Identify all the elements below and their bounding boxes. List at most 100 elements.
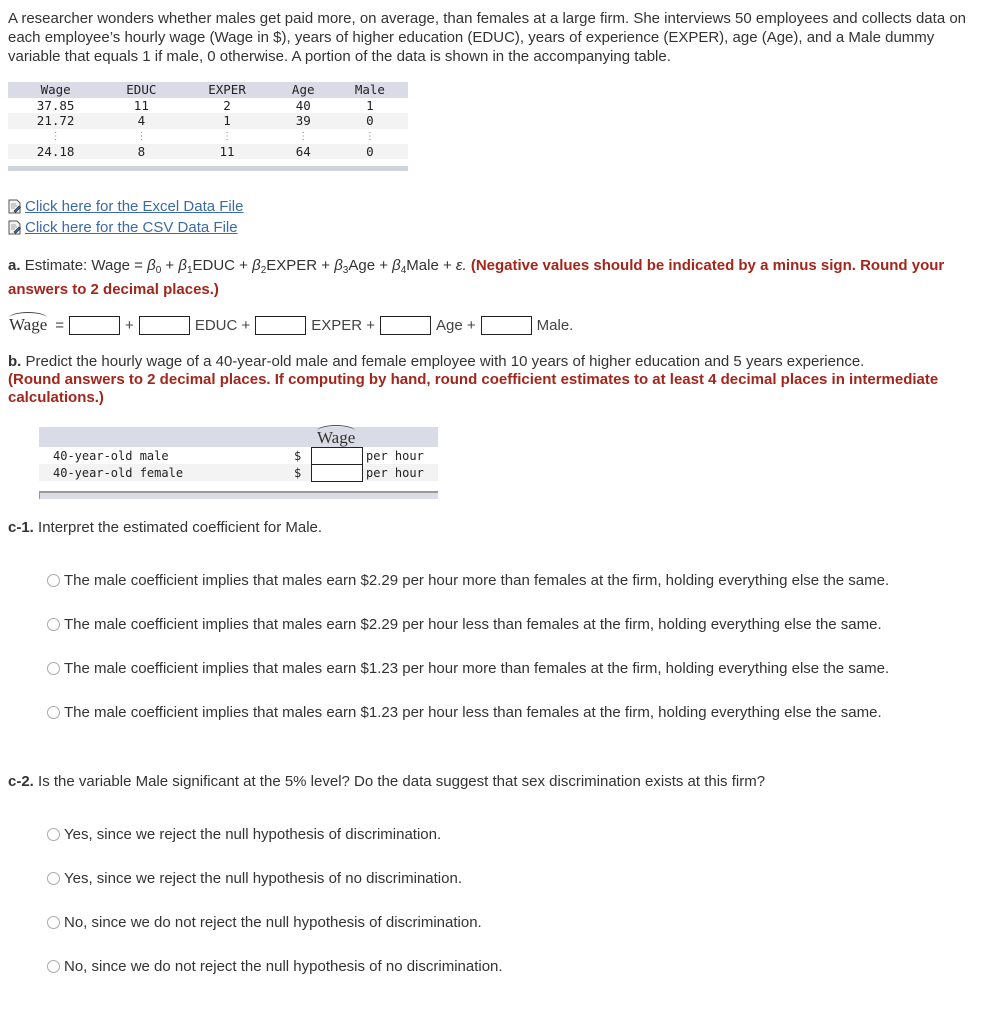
part-c2-label: c-2. [8,773,34,790]
problem-intro: A researcher wonders whether males get p… [8,10,967,65]
part-a-question: a. Estimate: Wage = β0 + β1EDUC + β2EXPE… [8,256,978,299]
data-table: Wage EDUC EXPER Age Male 37.85 11 2 40 1… [8,82,408,159]
term-label: EDUC + [194,316,251,334]
c2-option[interactable]: Yes, since we reject the null hypothesis… [47,824,441,844]
col-header-age: Age [291,82,315,98]
term: Age + [348,257,393,274]
term: EDUC + [192,257,253,274]
option-text: No, since we do not reject the null hypo… [64,913,482,931]
table-row: 37.85 11 2 40 1 [8,98,408,114]
data-table-header-row: Wage EDUC EXPER Age Male [8,82,408,98]
prediction-table-footer [39,491,438,499]
part-c2-text: Is the variable Male significant at the … [38,773,766,790]
beta-symbol: β [392,257,401,274]
wage-hat-header: Wage [317,425,356,447]
prediction-table-header: Wage [39,425,438,447]
beta-symbol: β [178,257,187,274]
option-text: The male coefficient implies that males … [64,659,890,677]
file-download-icon [8,199,22,214]
option-text: The male coefficient implies that males … [64,571,890,589]
table-row: 21.72 4 1 39 0 [8,113,408,129]
cell: 2 [223,97,231,113]
radio-button-icon[interactable] [47,871,60,885]
col-header-educ: EDUC [126,82,157,98]
cell: 64 [295,143,311,159]
excel-link-row: Click here for the Excel Data File [8,196,243,217]
term-label: Male. [536,316,574,334]
option-text: No, since we do not reject the null hypo… [64,957,503,975]
table-row-ellipsis: ⋮ ⋮ ⋮ ⋮ ⋮ [8,129,408,144]
vertical-ellipsis: ⋮ [364,130,375,142]
data-file-links: Click here for the Excel Data File Click… [8,196,243,238]
exper-coefficient-input[interactable] [255,315,307,335]
beta-symbol: β [252,257,261,274]
cell: 24.18 [36,143,75,159]
unit-label: per hour [366,448,424,463]
c2-option[interactable]: No, since we do not reject the null hypo… [47,912,482,932]
male-coefficient-input[interactable] [480,315,532,335]
option-text: The male coefficient implies that males … [64,703,882,721]
radio-button-icon[interactable] [47,705,60,719]
term: + [161,257,179,274]
cell: 1 [223,113,231,129]
col-header-wage: Wage [40,82,71,98]
cell: 40 [295,97,311,113]
intercept-input[interactable] [69,315,121,335]
col-header-exper: EXPER [208,82,246,98]
radio-button-icon[interactable] [47,661,60,675]
radio-button-icon[interactable] [47,915,60,929]
option-text: Yes, since we reject the null hypothesis… [64,825,442,843]
cell: 4 [137,113,146,129]
option-text: Yes, since we reject the null hypothesis… [64,869,462,887]
c1-option[interactable]: The male coefficient implies that males … [47,570,889,590]
part-a-label: a. [8,257,21,274]
part-b-instruction: (Round answers to 2 decimal places. If c… [8,371,939,406]
cell: 0 [366,143,374,159]
term-label: Age + [436,316,476,334]
vertical-ellipsis: ⋮ [50,130,61,142]
excel-data-file-link[interactable]: Click here for the Excel Data File [25,196,243,217]
col-header-male: Male [354,82,385,98]
vertical-ellipsis: ⋮ [298,130,309,142]
part-c2-question: c-2. Is the variable Male significant at… [8,773,765,790]
currency-symbol: $ [294,448,302,463]
part-c1-text: Interpret the estimated coefficient for … [38,519,323,536]
wage-hat-label: Wage [9,312,48,334]
cell: 11 [219,143,235,159]
cell: 11 [133,97,149,113]
radio-button-icon[interactable] [47,827,60,841]
radio-button-icon[interactable] [47,573,60,587]
cell: 39 [295,113,311,129]
term-label: + [125,316,134,334]
cell: 1 [366,97,374,113]
part-c1-question: c-1. Interpret the estimated coefficient… [8,519,322,536]
c2-option[interactable]: No, since we do not reject the null hypo… [47,956,503,976]
vertical-ellipsis: ⋮ [222,130,233,142]
male-wage-input[interactable] [311,446,363,465]
c1-option[interactable]: The male coefficient implies that males … [47,658,889,678]
unit-label: per hour [366,465,424,480]
prediction-row-female: 40-year-old female $ per hour [39,463,438,482]
c1-option[interactable]: The male coefficient implies that males … [47,702,882,722]
csv-data-file-link[interactable]: Click here for the CSV Data File [25,217,238,238]
c1-option[interactable]: The male coefficient implies that males … [47,614,882,634]
vertical-ellipsis: ⋮ [136,130,147,142]
educ-coefficient-input[interactable] [138,315,190,335]
c2-option[interactable]: Yes, since we reject the null hypothesis… [47,868,462,888]
radio-button-icon[interactable] [47,959,60,973]
part-b-question: b. Predict the hourly wage of a 40-year-… [8,353,988,407]
female-wage-input[interactable] [311,463,363,482]
table-row: 24.18 8 11 64 0 [8,143,408,159]
regression-equation: Wage = + EDUC + EXPER + Age + Male. [9,312,575,335]
row-label: 40-year-old male [53,448,169,463]
radio-button-icon[interactable] [47,617,60,631]
cell: 0 [366,113,374,129]
age-coefficient-input[interactable] [380,315,432,335]
term-label: EXPER + [311,316,376,334]
term: EXPER + [266,257,335,274]
cell: 37.85 [36,97,75,113]
epsilon-symbol: ε. [455,257,467,274]
part-b-text: Predict the hourly wage of a 40-year-old… [25,353,865,370]
part-b-label: b. [8,353,22,370]
currency-symbol: $ [294,465,302,480]
